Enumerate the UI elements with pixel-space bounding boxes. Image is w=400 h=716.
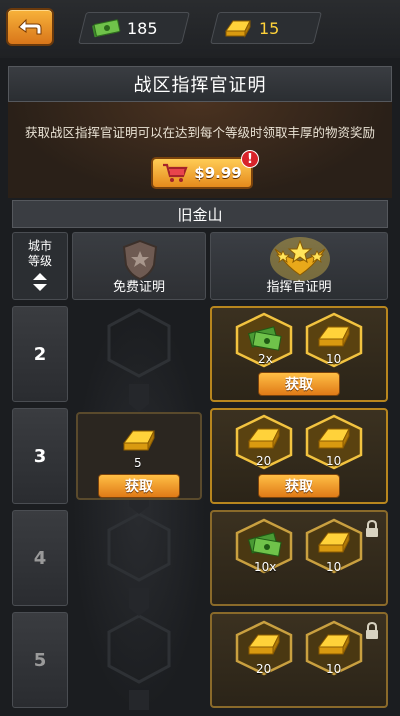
cash-icon [92,19,121,38]
city-level-sort-button[interactable]: 城市 等级 [12,232,68,300]
back-button[interactable] [6,8,54,46]
tab-commander-pass[interactable]: 指挥官证明 [210,232,388,300]
city-level-label-2: 等级 [27,254,52,268]
commander-reward-level-2: 2x 10 获取 [210,306,388,402]
gold-amount: 15 [259,18,280,38]
level-row-3: 3 [12,408,68,504]
buy-pass-button[interactable]: $9.99 [151,157,253,189]
reward-qty: 10 [326,662,342,676]
description-text: 获取战区指挥官证明可以在达到每个等级时领取丰厚的物资奖励 [24,125,375,140]
lock-icon [366,520,378,537]
gold-bar-icon [248,634,280,655]
gold-bar-icon [318,326,350,347]
buy-price: $9.99 [194,164,242,182]
reward-qty: 10 [326,560,342,574]
top-bar: 185 15 [0,0,400,58]
commander-reward-level-5: 20 10 [210,612,388,708]
lock-icon [366,622,378,639]
panel-title: 战区指挥官证明 [8,66,392,102]
description-area: 获取战区指挥官证明可以在达到每个等级时领取丰厚的物资奖励 $9.99 ! [8,102,392,198]
city-name: 旧金山 [12,200,388,228]
claim-button[interactable]: 获取 [258,474,340,498]
cash-bundle-icon [248,532,282,557]
free-reward-level-3: 5 获取 [72,408,206,504]
level-row-4: 4 [12,510,68,606]
reward-qty: 20 [256,662,272,676]
tab-free-pass[interactable]: 免费证明 [72,232,206,300]
free-pass-label: 免费证明 [112,280,165,295]
level-row-5: 5 [12,612,68,708]
claim-button[interactable]: 获取 [98,474,180,498]
reward-qty: 5 [134,456,142,470]
cash-amount: 185 [127,18,158,38]
alert-badge: ! [241,150,259,168]
gold-bar-icon [318,428,350,449]
gold-counter: 15 [210,12,322,44]
reward-qty: 20 [256,454,272,468]
free-shield-icon [122,239,158,281]
back-arrow-icon [18,18,42,35]
commander-reward-level-4: 10x 10 [210,510,388,606]
commander-reward-level-3: 20 10 获取 [210,408,388,504]
reward-qty: 10x [254,560,277,574]
shopping-cart-icon [163,163,188,182]
city-level-label-1: 城市 [27,239,52,253]
cash-bundle-icon [248,326,282,351]
gold-bar-icon [318,532,350,553]
reward-qty: 10 [326,352,342,366]
gold-bar-icon [123,430,155,451]
sort-arrows-icon [33,273,47,291]
level-row-2: 2 [12,306,68,402]
reward-qty: 10 [326,454,342,468]
cash-counter: 185 [78,12,190,44]
reward-qty: 2x [258,352,273,366]
gold-bar-icon [225,20,251,38]
free-track-background [72,304,206,712]
gold-bar-icon [318,634,350,655]
track-hex-path [107,308,171,710]
claim-button[interactable]: 获取 [258,372,340,396]
gold-bar-icon [248,428,280,449]
commander-pass-label: 指挥官证明 [266,280,332,295]
